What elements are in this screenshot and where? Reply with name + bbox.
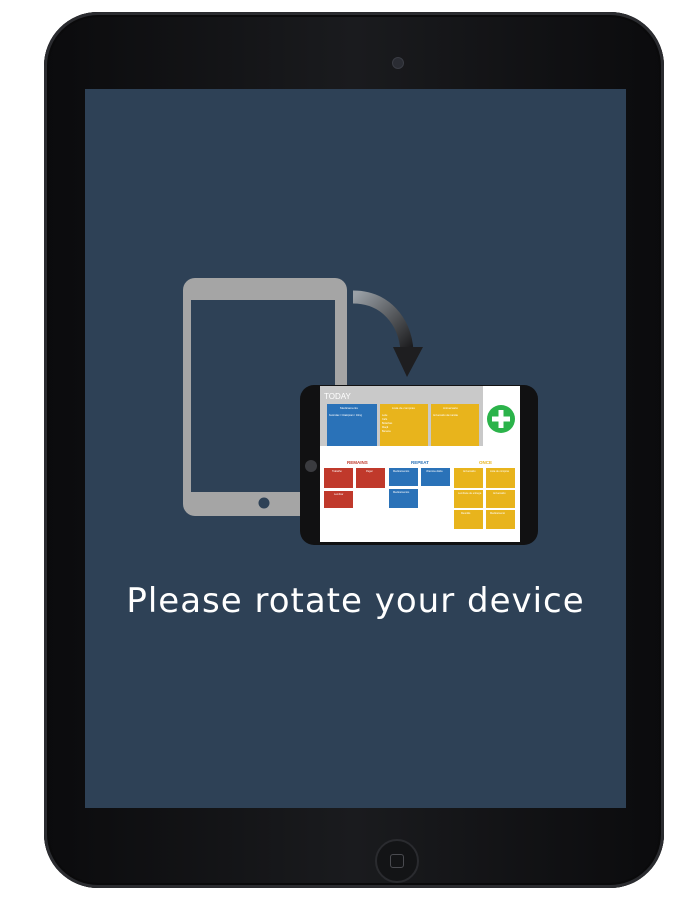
add-icon xyxy=(487,405,515,433)
svg-text:Medicamento: Medicamento xyxy=(490,512,506,515)
svg-text:Aniversário da mamãe: Aniversário da mamãe xyxy=(433,414,459,417)
svg-text:Leite: Leite xyxy=(382,414,388,417)
svg-text:Reunião: Reunião xyxy=(461,512,471,515)
rotate-screen: TODAY Medicaments Ketorolac / Citalopram… xyxy=(85,89,626,808)
rotate-arrow-icon xyxy=(352,290,423,377)
svg-text:Bolachas: Bolachas xyxy=(382,422,393,425)
rotate-illustration: TODAY Medicaments Ketorolac / Citalopram… xyxy=(183,278,538,545)
svg-text:Café: Café xyxy=(382,418,388,421)
home-button[interactable] xyxy=(375,839,419,883)
svg-text:Trabalho: Trabalho xyxy=(332,470,342,473)
rotate-message: Please rotate your device xyxy=(126,581,585,621)
front-camera xyxy=(392,57,404,69)
preview-header: TODAY xyxy=(324,392,351,401)
svg-text:Lista de compras: Lista de compras xyxy=(392,406,415,410)
svg-text:Medicaments: Medicaments xyxy=(340,406,358,410)
svg-text:ONCE: ONCE xyxy=(479,460,492,465)
svg-text:Aniversário: Aniversário xyxy=(463,470,476,473)
svg-text:Banana: Banana xyxy=(382,430,391,433)
svg-text:Aniversário: Aniversário xyxy=(493,492,506,495)
svg-text:REMAINS: REMAINS xyxy=(347,460,368,465)
svg-text:Lista de compras: Lista de compras xyxy=(490,470,510,473)
svg-text:Maçã: Maçã xyxy=(382,426,389,429)
home-square-icon xyxy=(390,854,404,868)
svg-text:Vitamina diária: Vitamina diária xyxy=(426,470,443,473)
svg-text:Lembrete de entrega: Lembrete de entrega xyxy=(458,492,482,495)
svg-text:Medicamentos: Medicamentos xyxy=(393,491,410,494)
landscape-tablet-icon: TODAY Medicaments Ketorolac / Citalopram… xyxy=(300,385,538,545)
svg-text:Lembrar: Lembrar xyxy=(334,493,343,496)
svg-text:Ketorolac / Citalopram / 10mg: Ketorolac / Citalopram / 10mg xyxy=(329,414,363,417)
svg-text:REPEAT: REPEAT xyxy=(411,460,429,465)
svg-text:Pagar: Pagar xyxy=(366,470,373,473)
svg-text:Medicamentos: Medicamentos xyxy=(393,470,410,473)
svg-text:Aniversario: Aniversario xyxy=(443,406,458,410)
